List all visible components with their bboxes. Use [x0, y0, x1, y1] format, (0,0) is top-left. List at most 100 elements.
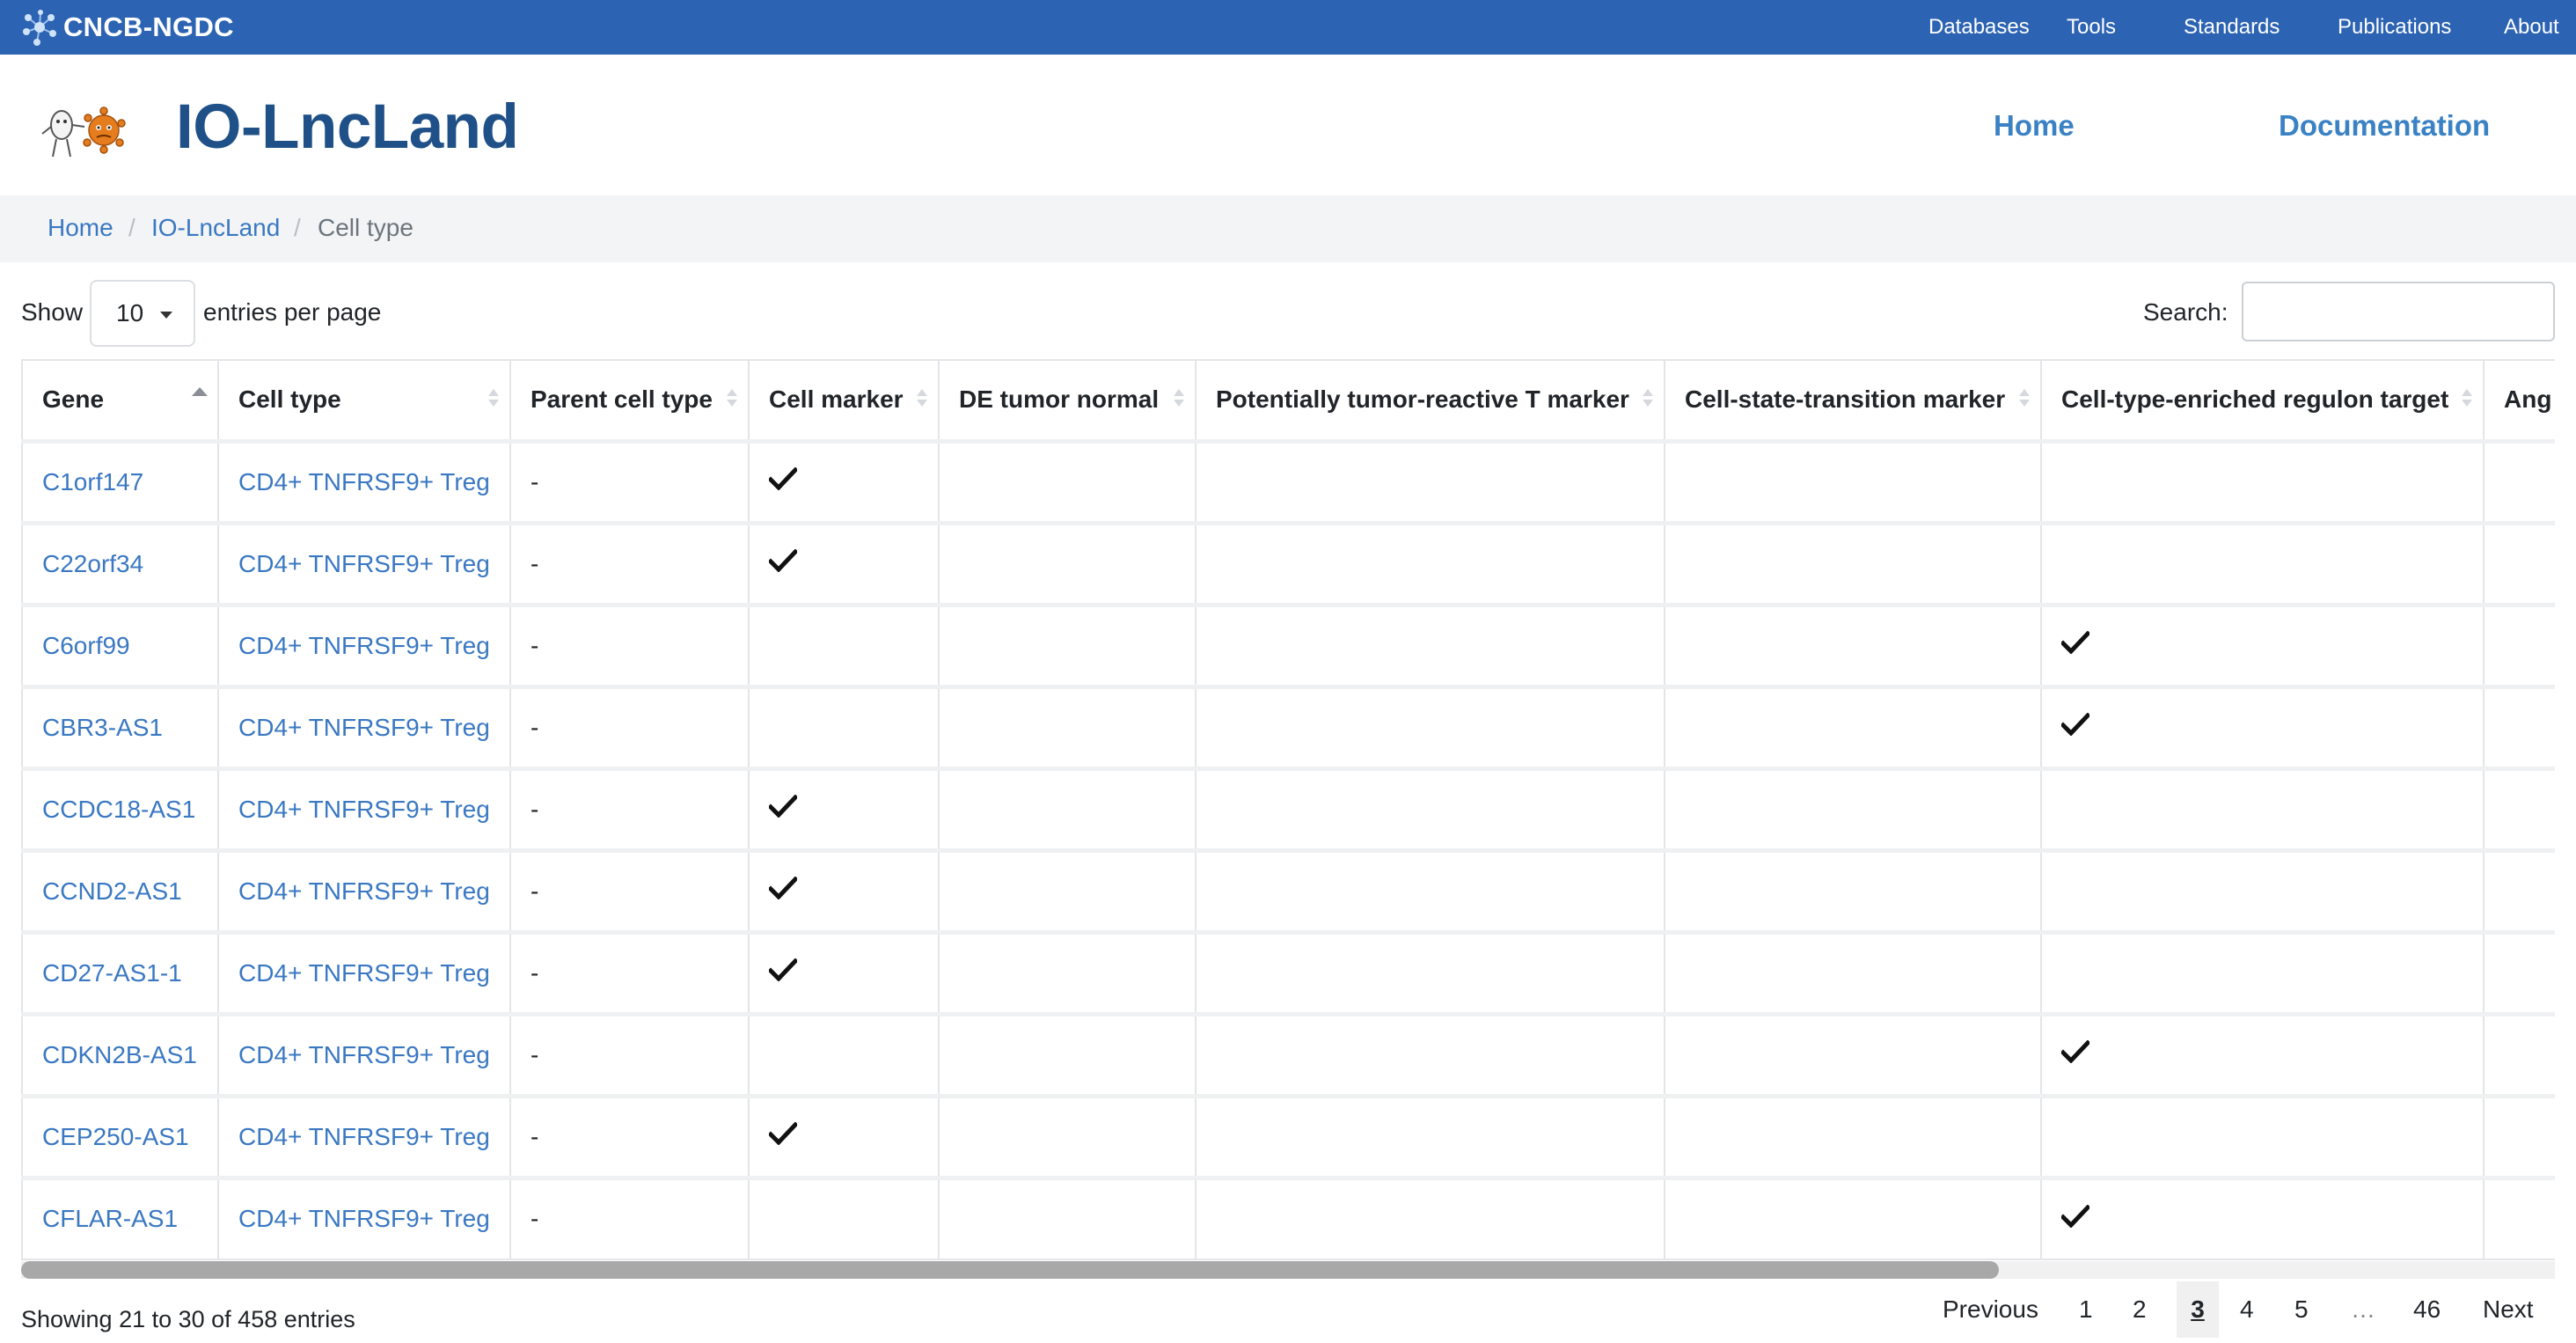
checkmark-icon [769, 467, 797, 490]
cell-cell-marker [748, 766, 940, 851]
site-header: IO-LncLand Home Documentation [0, 55, 2576, 195]
column-header-regulon-target[interactable]: Cell-type-enriched regulon target [2040, 359, 2485, 442]
gene-link[interactable]: CBR3-AS1 [42, 714, 163, 741]
cell-ang [2483, 929, 2555, 1015]
cell-gene: C1orf147 [21, 438, 219, 524]
column-header-cell-state-transition-marker[interactable]: Cell-state-transition marker [1664, 359, 2042, 442]
column-header-parent-cell-type[interactable]: Parent cell type [509, 359, 750, 442]
page-length-select[interactable]: 10 [90, 280, 195, 347]
gene-link[interactable]: C6orf99 [42, 632, 130, 659]
cell-parent-cell-type: - [509, 438, 750, 524]
pagination-next[interactable]: Next [2483, 1295, 2534, 1324]
sort-ascending-icon [192, 387, 208, 408]
breadcrumb-home[interactable]: Home [48, 214, 113, 242]
column-header-cell-marker[interactable]: Cell marker [748, 359, 940, 442]
table-header-row: Gene Cell type Parent cell type Cell mar… [21, 359, 2555, 442]
cell-type-link[interactable]: CD4+ TNFRSF9+ Treg [238, 796, 490, 823]
cell-type-link[interactable]: CD4+ TNFRSF9+ Treg [238, 468, 490, 495]
cell-tumor-reactive-t-marker [1195, 1011, 1665, 1097]
pagination-page-3-current[interactable]: 3 [2177, 1281, 2219, 1338]
cell-cell-state-transition-marker [1664, 1011, 2042, 1097]
cell-gene: CCDC18-AS1 [21, 766, 219, 851]
network-logo-icon [23, 10, 56, 46]
nav-databases[interactable]: Databases [1928, 15, 2030, 40]
horizontal-scrollbar[interactable] [21, 1261, 2555, 1279]
cell-type-link[interactable]: CD4+ TNFRSF9+ Treg [238, 877, 490, 905]
column-header-cell-type[interactable]: Cell type [217, 359, 511, 442]
column-header-de-tumor-normal[interactable]: DE tumor normal [938, 359, 1197, 442]
cell-gene: CD27-AS1-1 [21, 929, 219, 1015]
nav-about[interactable]: About [2504, 15, 2559, 40]
cell-type-link[interactable]: CD4+ TNFRSF9+ Treg [238, 1205, 490, 1232]
pagination-page-1[interactable]: 1 [2079, 1295, 2093, 1324]
table-row: CFLAR-AS1 CD4+ TNFRSF9+ Treg - [21, 1175, 2555, 1260]
breadcrumb-separator: / [128, 214, 135, 241]
gene-link[interactable]: CCND2-AS1 [42, 877, 182, 905]
table-row: C22orf34 CD4+ TNFRSF9+ Treg - [21, 520, 2555, 605]
pagination-page-5[interactable]: 5 [2294, 1295, 2309, 1324]
cell-gene: C22orf34 [21, 520, 219, 605]
pagination-previous[interactable]: Previous [1943, 1295, 2038, 1324]
scrollbar-thumb[interactable] [21, 1261, 1999, 1279]
checkmark-icon [769, 958, 797, 981]
gene-link[interactable]: CD27-AS1-1 [42, 959, 182, 987]
table-body: C1orf147 CD4+ TNFRSF9+ Treg - C22orf34 CD4+ … [21, 438, 2555, 1260]
header-nav-home[interactable]: Home [1994, 109, 2075, 143]
breadcrumb-io-lncland[interactable]: IO-LncLand [151, 214, 280, 242]
page-length-value: 10 [116, 299, 144, 327]
gene-link[interactable]: CFLAR-AS1 [42, 1205, 178, 1232]
cell-type-link[interactable]: CD4+ TNFRSF9+ Treg [238, 632, 490, 659]
gene-link[interactable]: CCDC18-AS1 [42, 796, 195, 823]
column-header-tumor-reactive-t-marker[interactable]: Potentially tumor-reactive T marker [1195, 359, 1665, 442]
nav-standards[interactable]: Standards [2184, 15, 2280, 40]
gene-link[interactable]: C22orf34 [42, 550, 143, 577]
pagination-page-46[interactable]: 46 [2413, 1295, 2441, 1324]
gene-link[interactable]: CEP250-AS1 [42, 1123, 189, 1150]
cell-cell-type: CD4+ TNFRSF9+ Treg [217, 848, 511, 933]
cell-type-link[interactable]: CD4+ TNFRSF9+ Treg [238, 1123, 490, 1150]
column-header-ang[interactable]: Ang [2483, 359, 2555, 442]
nav-tools[interactable]: Tools [2067, 15, 2116, 40]
nav-publications[interactable]: Publications [2338, 15, 2451, 40]
cell-type-link[interactable]: CD4+ TNFRSF9+ Treg [238, 714, 490, 741]
header-nav-documentation[interactable]: Documentation [2279, 109, 2490, 143]
mascot-logo-icon[interactable] [40, 95, 128, 165]
checkmark-icon [2061, 713, 2089, 736]
cell-parent-cell-type: - [509, 766, 750, 851]
sort-icon [917, 389, 927, 410]
pagination-page-4[interactable]: 4 [2240, 1295, 2254, 1324]
cell-cell-type: CD4+ TNFRSF9+ Treg [217, 1093, 511, 1178]
brand[interactable]: CNCB-NGDC [19, 10, 234, 46]
cell-cell-marker [748, 684, 940, 769]
cell-cell-state-transition-marker [1664, 520, 2042, 605]
search-input[interactable] [2242, 282, 2555, 341]
gene-link[interactable]: C1orf147 [42, 468, 143, 495]
cell-type-link[interactable]: CD4+ TNFRSF9+ Treg [238, 550, 490, 577]
site-title[interactable]: IO-LncLand [176, 92, 519, 163]
gene-link[interactable]: CDKN2B-AS1 [42, 1041, 197, 1068]
column-header-gene[interactable]: Gene [21, 359, 219, 442]
cell-regulon-target [2040, 1011, 2485, 1097]
cell-type-link[interactable]: CD4+ TNFRSF9+ Treg [238, 1041, 490, 1068]
celltype-table: Gene Cell type Parent cell type Cell mar… [21, 359, 2555, 1260]
cell-regulon-target [2040, 1093, 2485, 1178]
top-navbar: CNCB-NGDC Databases Tools Standards Publ… [0, 0, 2576, 55]
cell-type-link[interactable]: CD4+ TNFRSF9+ Treg [238, 959, 490, 987]
cell-cell-marker [748, 848, 940, 933]
checkmark-icon [769, 549, 797, 572]
cell-regulon-target [2040, 766, 2485, 851]
cell-cell-type: CD4+ TNFRSF9+ Treg [217, 766, 511, 851]
cell-tumor-reactive-t-marker [1195, 1093, 1665, 1178]
cell-regulon-target [2040, 1175, 2485, 1260]
cell-regulon-target [2040, 520, 2485, 605]
pagination: Previous 1 2 3 4 5 … 46 Next [0, 1281, 2576, 1338]
breadcrumb-current: Cell type [318, 214, 413, 241]
table-row: C6orf99 CD4+ TNFRSF9+ Treg - [21, 602, 2555, 687]
cell-ang [2483, 684, 2555, 769]
pagination-page-2[interactable]: 2 [2133, 1295, 2147, 1324]
cell-tumor-reactive-t-marker [1195, 766, 1665, 851]
cell-tumor-reactive-t-marker [1195, 684, 1665, 769]
cell-ang [2483, 602, 2555, 687]
cell-parent-cell-type: - [509, 684, 750, 769]
cell-de-tumor-normal [938, 1175, 1197, 1260]
